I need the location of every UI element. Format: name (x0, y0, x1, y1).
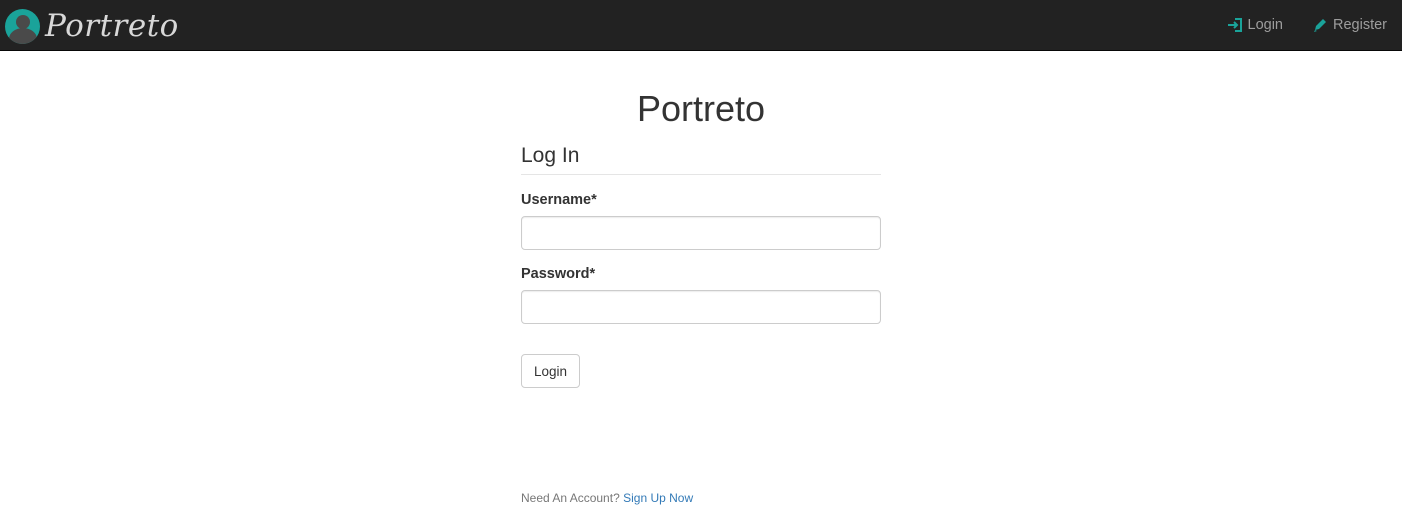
page-title: Portreto (636, 88, 766, 129)
nav-register-label: Register (1333, 17, 1387, 33)
pencil-icon (1314, 19, 1326, 32)
top-navbar: Portreto Login Register (0, 0, 1402, 51)
login-arrow-icon (1227, 18, 1242, 32)
nav-register-link[interactable]: Register (1312, 17, 1387, 33)
form-title: Log In (521, 143, 881, 175)
brand-link[interactable]: Portreto (5, 8, 179, 44)
brand-name: Portreto (45, 8, 179, 44)
username-label: Username* (521, 192, 597, 208)
login-button[interactable]: Login (521, 354, 581, 388)
signup-prompt-text: Need An Account? (521, 491, 620, 505)
signup-link[interactable]: Sign Up Now (623, 491, 693, 505)
nav-login-link[interactable]: Login (1227, 17, 1283, 33)
nav-links: Login Register (1198, 0, 1387, 50)
username-input[interactable] (521, 216, 881, 250)
password-label: Password* (521, 266, 596, 282)
nav-login-label: Login (1247, 17, 1283, 33)
avatar-logo-icon (5, 8, 40, 44)
signup-prompt-row: Need An Account? Sign Up Now (521, 491, 693, 505)
password-input[interactable] (521, 290, 881, 324)
